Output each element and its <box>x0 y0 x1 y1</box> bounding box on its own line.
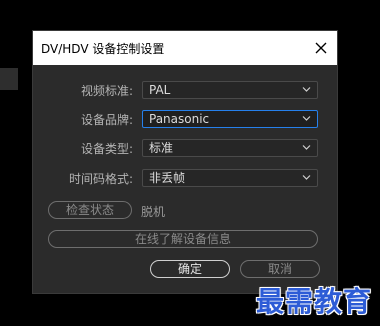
device-brand-select[interactable]: Panasonic <box>142 110 318 128</box>
device-type-label: 设备类型: <box>80 142 133 156</box>
device-brand-value: Panasonic <box>149 112 210 126</box>
dialog-title: DV/HDV 设备控制设置 <box>41 42 165 56</box>
check-status-button[interactable]: 检查状态 <box>48 201 132 219</box>
video-standard-select[interactable]: PAL <box>142 81 318 99</box>
watermark-logo: 最需教育 <box>256 285 373 318</box>
ok-button[interactable]: 确定 <box>150 260 230 278</box>
video-standard-label: 视频标准: <box>80 84 133 98</box>
chevron-down-icon <box>302 87 311 92</box>
cancel-button[interactable]: 取消 <box>240 260 320 278</box>
close-icon[interactable] <box>311 38 331 58</box>
background-panel-strip <box>0 68 18 90</box>
chevron-down-icon <box>302 116 311 121</box>
chevron-down-icon <box>302 175 311 180</box>
device-brand-label: 设备品牌: <box>80 113 133 127</box>
timecode-format-value: 非丢帧 <box>149 171 186 185</box>
online-device-info-button[interactable]: 在线了解设备信息 <box>48 230 318 248</box>
chevron-down-icon <box>302 145 311 150</box>
device-type-value: 标准 <box>149 141 174 155</box>
device-type-select[interactable]: 标准 <box>142 139 318 157</box>
device-control-settings-dialog: DV/HDV 设备控制设置 视频标准: PAL 设备品牌: Panasonic … <box>32 30 338 294</box>
dialog-titlebar: DV/HDV 设备控制设置 <box>33 31 337 65</box>
video-standard-value: PAL <box>149 83 171 97</box>
timecode-format-label: 时间码格式: <box>68 172 133 186</box>
device-status-text: 脱机 <box>141 205 166 219</box>
timecode-format-select[interactable]: 非丢帧 <box>142 169 318 187</box>
